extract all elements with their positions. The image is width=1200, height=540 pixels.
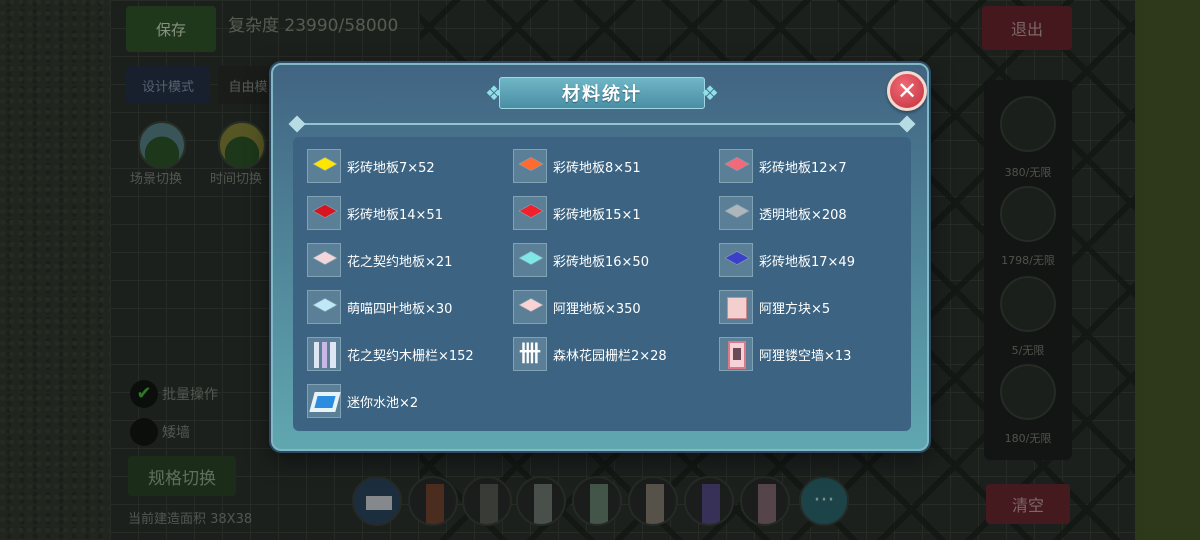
- material-item: 彩砖地板12×7: [719, 148, 847, 184]
- material-item: 透明地板×208: [719, 195, 847, 231]
- close-button[interactable]: ✕: [887, 71, 927, 111]
- tile-icon: [719, 196, 753, 230]
- material-item: 卌 森林花园栅栏2×28: [513, 336, 667, 372]
- material-label: 彩砖地板17×49: [759, 254, 855, 270]
- tile-icon: [719, 149, 753, 183]
- divider-ornament-right-icon: [898, 115, 916, 133]
- material-item: 萌喵四叶地板×30: [307, 289, 452, 325]
- material-item: 彩砖地板14×51: [307, 195, 443, 231]
- material-item: 彩砖地板7×52: [307, 148, 435, 184]
- ali-tile-icon: [513, 290, 547, 324]
- material-item: 迷你水池×2: [307, 383, 418, 419]
- ali-cube-icon: [719, 290, 753, 324]
- tile-icon: [307, 196, 341, 230]
- divider-ornament-left-icon: [288, 115, 306, 133]
- material-list: 彩砖地板7×52 彩砖地板8×51 彩砖地板12×7 彩砖地板14×51 彩砖地…: [293, 137, 911, 431]
- material-item: 阿狸方块×5: [719, 289, 830, 325]
- material-item: 彩砖地板8×51: [513, 148, 641, 184]
- material-label: 透明地板×208: [759, 207, 847, 223]
- material-label: 彩砖地板12×7: [759, 160, 847, 176]
- material-label: 彩砖地板14×51: [347, 207, 443, 223]
- material-label: 花之契约地板×21: [347, 254, 453, 270]
- material-label: 萌喵四叶地板×30: [347, 301, 453, 317]
- material-label: 彩砖地板15×1: [553, 207, 641, 223]
- flower-tile-icon: [307, 243, 341, 277]
- tile-icon: [307, 149, 341, 183]
- tile-icon: [513, 149, 547, 183]
- tile-icon: [513, 196, 547, 230]
- material-label: 彩砖地板8×51: [553, 160, 641, 176]
- material-item: 阿狸地板×350: [513, 289, 641, 325]
- material-item: 花之契约木栅栏×152: [307, 336, 474, 372]
- material-label: 迷你水池×2: [347, 395, 419, 411]
- dialog-title: 材料统计: [499, 77, 705, 109]
- material-item: 彩砖地板15×1: [513, 195, 641, 231]
- title-divider: [295, 123, 909, 125]
- material-label: 花之契约木栅栏×152: [347, 348, 474, 364]
- tile-icon: [513, 243, 547, 277]
- material-item: 花之契约地板×21: [307, 242, 452, 278]
- clover-tile-icon: [307, 290, 341, 324]
- material-label: 阿狸方块×5: [759, 301, 831, 317]
- material-label: 阿狸镂空墙×13: [759, 348, 852, 364]
- material-stats-dialog: ❖ 材料统计 ❖ ✕ 彩砖地板7×52 彩砖地板8×51 彩砖地板12×7 彩砖…: [271, 63, 929, 451]
- material-label: 森林花园栅栏2×28: [553, 348, 667, 364]
- material-item: 彩砖地板16×50: [513, 242, 649, 278]
- material-label: 阿狸地板×350: [553, 301, 641, 317]
- ali-wall-icon: [719, 337, 753, 371]
- wood-fence-icon: [307, 337, 341, 371]
- mini-pool-icon: [307, 384, 341, 418]
- material-item: 彩砖地板17×49: [719, 242, 855, 278]
- garden-fence-icon: 卌: [513, 337, 547, 371]
- tile-icon: [719, 243, 753, 277]
- banner-ornament-right-icon: ❖: [701, 81, 719, 105]
- material-item: 阿狸镂空墙×13: [719, 336, 851, 372]
- material-label: 彩砖地板7×52: [347, 160, 435, 176]
- material-label: 彩砖地板16×50: [553, 254, 649, 270]
